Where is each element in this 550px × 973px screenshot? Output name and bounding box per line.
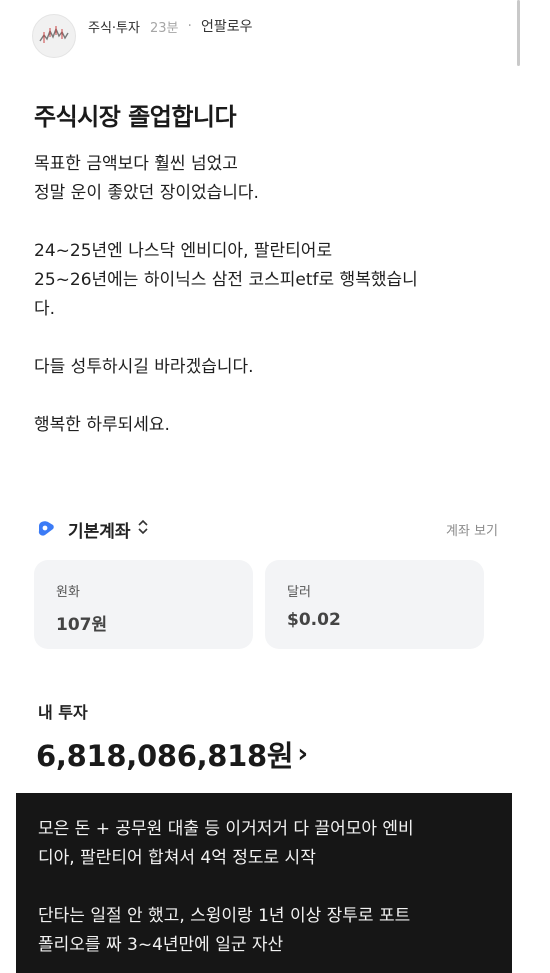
scrollbar[interactable] — [517, 0, 520, 66]
channel-name[interactable]: 주식·투자 — [88, 17, 140, 36]
caption-paragraph: 모은 돈 + 공무원 대출 등 이거저거 다 끌어모아 엔비 디아, 팔란티어 … — [38, 819, 414, 868]
krw-balance-card[interactable]: 원화 107원 — [34, 560, 253, 649]
account-switch-icon[interactable] — [137, 519, 149, 539]
caption-paragraph: 단타는 일절 안 했고, 스윙이랑 1년 이상 장투로 포트 폴리오를 짜 3~… — [38, 906, 411, 955]
balance-cards: 원화 107원 달러 $0.02 — [34, 560, 484, 649]
card-label: 달러 — [287, 585, 311, 600]
meta-separator: · — [187, 18, 192, 34]
post-paragraph: 24~25년엔 나스닥 엔비디아, 팔란티어로 25~26년에는 하이닉스 삼전… — [34, 241, 418, 319]
chevron-right-icon: › — [297, 739, 309, 769]
post-paragraph: 행복한 하루되세요. — [34, 415, 170, 435]
usd-balance-card[interactable]: 달러 $0.02 — [265, 560, 484, 649]
card-label: 원화 — [56, 585, 80, 600]
post-title: 주식시장 졸업합니다 — [34, 103, 237, 131]
post-header: 주식·투자 23분 · 언팔로우 — [32, 14, 252, 60]
post-time: 23분 — [149, 20, 179, 36]
stock-chart-icon — [39, 26, 69, 43]
post-paragraph: 다들 성투하시길 바라겠습니다. — [34, 357, 254, 377]
account-header: 기본계좌 계좌 보기 — [34, 512, 498, 546]
investment-label: 내 투자 — [38, 703, 88, 722]
post-body: 목표한 금액보다 훨씬 넘었고 정말 운이 좋았던 장이었습니다. 24~25년… — [34, 150, 494, 469]
card-value: $0.02 — [287, 610, 341, 630]
investment-amount: 6,818,086,818원 — [36, 739, 294, 773]
post-meta: 주식·투자 23분 · 언팔로우 — [88, 16, 252, 36]
investment-total[interactable]: 6,818,086,818원 › — [36, 733, 308, 775]
account-icon — [34, 517, 58, 541]
post-paragraph: 목표한 금액보다 훨씬 넘었고 정말 운이 좋았던 장이었습니다. — [34, 154, 259, 203]
card-value: 107원 — [56, 615, 108, 635]
unfollow-button[interactable]: 언팔로우 — [201, 16, 253, 36]
account-name[interactable]: 기본계좌 — [68, 517, 131, 542]
channel-avatar[interactable] — [32, 14, 76, 58]
caption-box: 모은 돈 + 공무원 대출 등 이거저거 다 끌어모아 엔비 디아, 팔란티어 … — [16, 793, 512, 973]
view-account-link[interactable]: 계좌 보기 — [446, 520, 498, 539]
